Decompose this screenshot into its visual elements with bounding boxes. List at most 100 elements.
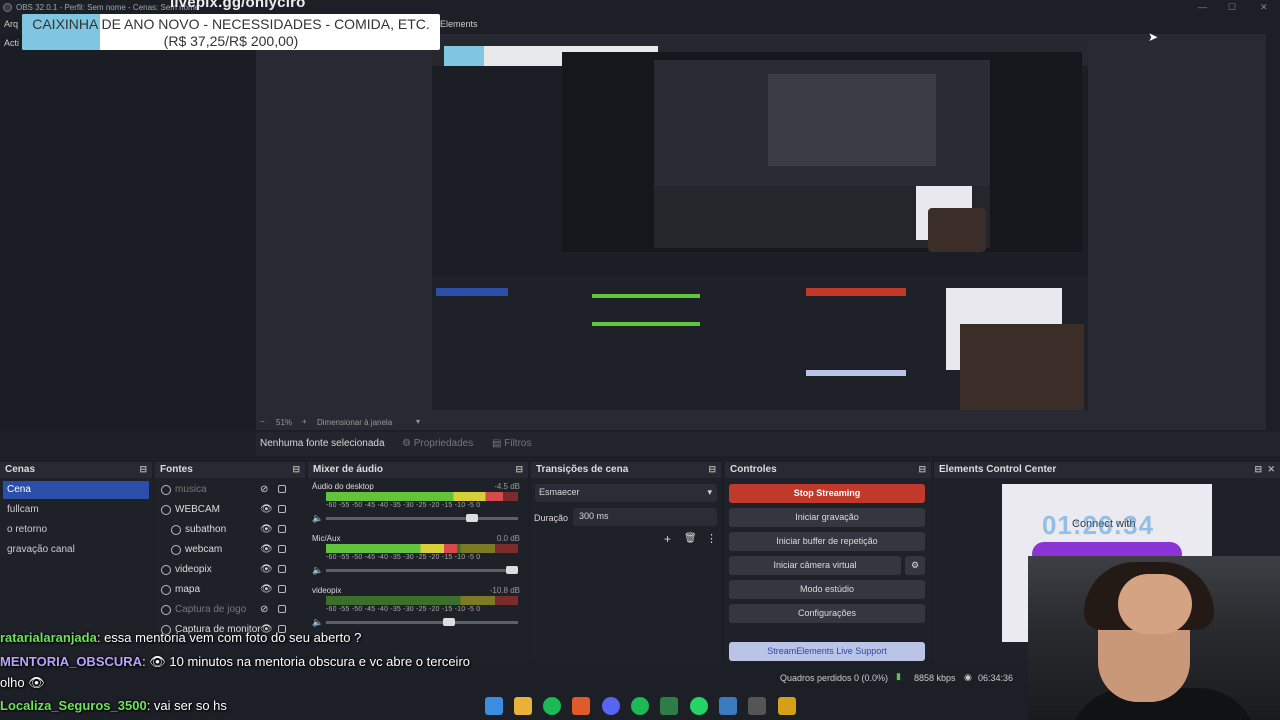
steam-icon[interactable] bbox=[719, 697, 737, 715]
donation-title: CAIXINHA DE ANO NOVO - NECESSIDADES - CO… bbox=[32, 16, 430, 32]
filters-button[interactable]: ▤ Filtros bbox=[486, 436, 537, 452]
eye-icon[interactable]: 👁 bbox=[260, 544, 273, 555]
zoom-out-icon[interactable]: − bbox=[260, 417, 265, 426]
obs-icon[interactable] bbox=[748, 697, 766, 715]
eye-off-icon[interactable]: ⊘ bbox=[260, 484, 268, 495]
music-icon bbox=[161, 485, 171, 495]
source-item[interactable]: subathon 👁 bbox=[155, 521, 295, 539]
dock-menu-icon[interactable]: ⊟ bbox=[708, 464, 716, 475]
dock-menu-icon[interactable]: ⊟ bbox=[292, 464, 300, 475]
source-item[interactable]: Captura de jogo ⊘ bbox=[155, 601, 295, 619]
volume-knob[interactable] bbox=[506, 566, 518, 574]
mixer-header: Mixer de áudio ⊟ bbox=[308, 462, 528, 478]
stream-app-icon[interactable] bbox=[778, 697, 796, 715]
lock-icon[interactable] bbox=[278, 485, 286, 493]
volume-knob[interactable] bbox=[466, 514, 479, 522]
duration-stepper[interactable]: 300 ms bbox=[573, 508, 717, 526]
chat-message: ratarialaranjada: essa mentoria vem com … bbox=[0, 630, 362, 645]
stop-streaming-button[interactable]: Stop Streaming bbox=[729, 484, 925, 503]
stream-time: 06:34:36 bbox=[978, 673, 1014, 683]
volume-knob[interactable] bbox=[443, 618, 455, 626]
transition-select[interactable]: Esmaecer ▾ bbox=[535, 484, 717, 502]
file-explorer-icon[interactable] bbox=[514, 697, 532, 715]
settings-button[interactable]: Configurações bbox=[729, 604, 925, 623]
notes-icon[interactable] bbox=[660, 697, 678, 715]
virtual-camera-button[interactable]: Iniciar câmera virtual bbox=[729, 556, 901, 575]
close-icon[interactable]: ✕ bbox=[1267, 464, 1275, 475]
eye-off-icon[interactable]: ⊘ bbox=[260, 604, 268, 615]
lock-icon[interactable] bbox=[278, 605, 286, 613]
eye-icon[interactable]: 👁 bbox=[260, 584, 273, 595]
source-item[interactable]: webcam 👁 bbox=[155, 541, 295, 559]
dropped-frames: Quadros perdidos 0 (0.0%) bbox=[780, 673, 889, 683]
float-icon[interactable]: ⊟ bbox=[1254, 464, 1262, 475]
speaker-icon[interactable]: 🔈 bbox=[312, 617, 323, 628]
image-icon bbox=[161, 585, 171, 595]
zoom-fit-select[interactable]: Dimensionar à janela bbox=[317, 418, 392, 427]
properties-button[interactable]: ⚙ Propriedades bbox=[396, 436, 479, 452]
streamelements-support-button[interactable]: StreamElements Live Support bbox=[729, 642, 925, 661]
lock-icon[interactable] bbox=[278, 565, 286, 573]
scene-item[interactable]: Cena bbox=[3, 481, 149, 499]
menu-item-file[interactable]: Arq bbox=[4, 19, 18, 29]
speaker-icon[interactable]: 🔈 bbox=[312, 513, 323, 524]
minimize-icon[interactable]: — bbox=[1198, 2, 1207, 12]
zoom-bar: − 51% + Dimensionar à janela ▾ bbox=[256, 414, 1266, 430]
zoom-in-icon[interactable]: + bbox=[302, 417, 307, 426]
volume-slider[interactable] bbox=[326, 618, 518, 626]
gear-icon: ⚙ bbox=[402, 438, 414, 449]
meter-ticks: -60 -55 -50 -45 -40 -35 -30 -25 -20 -15 … bbox=[326, 502, 481, 509]
lock-icon[interactable] bbox=[278, 505, 286, 513]
preview-canvas bbox=[432, 40, 1088, 410]
mixer-channel: Áudio do desktop -4.5 dB -60 -55 -50 -45 -… bbox=[308, 480, 528, 530]
controls-header: Controles ⊟ bbox=[725, 462, 931, 478]
menu-item-elements[interactable]: Elements bbox=[440, 19, 478, 29]
scene-item[interactable]: gravação canal bbox=[3, 541, 149, 559]
windows-start-icon[interactable] bbox=[485, 697, 503, 715]
dock-menu-icon[interactable]: ⊟ bbox=[515, 464, 523, 475]
speaker-icon[interactable]: 🔈 bbox=[312, 565, 323, 576]
lock-icon[interactable] bbox=[278, 585, 286, 593]
eye-icon[interactable]: 👁 bbox=[260, 504, 273, 515]
whatsapp-icon[interactable] bbox=[690, 697, 708, 715]
globe-icon bbox=[161, 565, 171, 575]
dock-menu-icon[interactable]: ⊟ bbox=[918, 464, 926, 475]
source-item[interactable]: musica ⊘ bbox=[155, 481, 295, 499]
chevron-down-icon: ▾ bbox=[707, 487, 712, 497]
close-icon[interactable]: ✕ bbox=[1260, 2, 1268, 13]
source-item[interactable]: WEBCAM 👁 bbox=[155, 501, 295, 519]
discord-icon[interactable] bbox=[602, 697, 620, 715]
replay-buffer-button[interactable]: Iniciar buffer de repetição bbox=[729, 532, 925, 551]
virtual-camera-settings-button[interactable]: ⚙ bbox=[905, 556, 925, 575]
spotify-icon[interactable] bbox=[631, 697, 649, 715]
left-panel: Acti bbox=[0, 34, 256, 430]
scene-item[interactable]: fullcam bbox=[3, 501, 149, 519]
stream-status-icon: ◉ bbox=[964, 672, 972, 682]
volume-slider[interactable] bbox=[326, 566, 518, 574]
chevron-down-icon[interactable]: ▾ bbox=[416, 417, 420, 426]
dock-menu-icon[interactable]: ⊟ bbox=[139, 464, 147, 475]
lock-icon[interactable] bbox=[278, 525, 286, 533]
eye-icon[interactable]: 👁 bbox=[260, 524, 273, 535]
source-item[interactable]: videopix 👁 bbox=[155, 561, 295, 579]
more-icon[interactable]: ⋮ bbox=[706, 532, 717, 545]
source-item[interactable]: mapa 👁 bbox=[155, 581, 295, 599]
zoom-value: 51% bbox=[276, 418, 293, 427]
meter-level bbox=[326, 492, 503, 501]
add-icon[interactable]: + bbox=[664, 532, 671, 546]
maximize-icon[interactable]: ☐ bbox=[1228, 2, 1236, 13]
studio-mode-button[interactable]: Modo estúdio bbox=[729, 580, 925, 599]
start-recording-button[interactable]: Iniciar gravação bbox=[729, 508, 925, 527]
volume-slider[interactable] bbox=[326, 514, 518, 522]
menu-item-activity[interactable]: Acti bbox=[4, 38, 19, 48]
gear-icon: ⚙ bbox=[910, 560, 920, 570]
spotify-icon[interactable] bbox=[543, 697, 561, 715]
trash-icon[interactable]: 🗑 bbox=[684, 533, 697, 544]
eye-icon[interactable]: 👁 bbox=[260, 564, 273, 575]
duration-label: Duração bbox=[534, 513, 569, 523]
lock-icon[interactable] bbox=[278, 545, 286, 553]
scene-item[interactable]: o retorno bbox=[3, 521, 149, 539]
mixer-channel: Mic/Aux 0.0 dB -60 -55 -50 -45 -40 -35 -30… bbox=[308, 532, 528, 582]
meter-ticks: -60 -55 -50 -45 -40 -35 -30 -25 -20 -15 … bbox=[326, 554, 481, 561]
brave-icon[interactable] bbox=[572, 697, 590, 715]
